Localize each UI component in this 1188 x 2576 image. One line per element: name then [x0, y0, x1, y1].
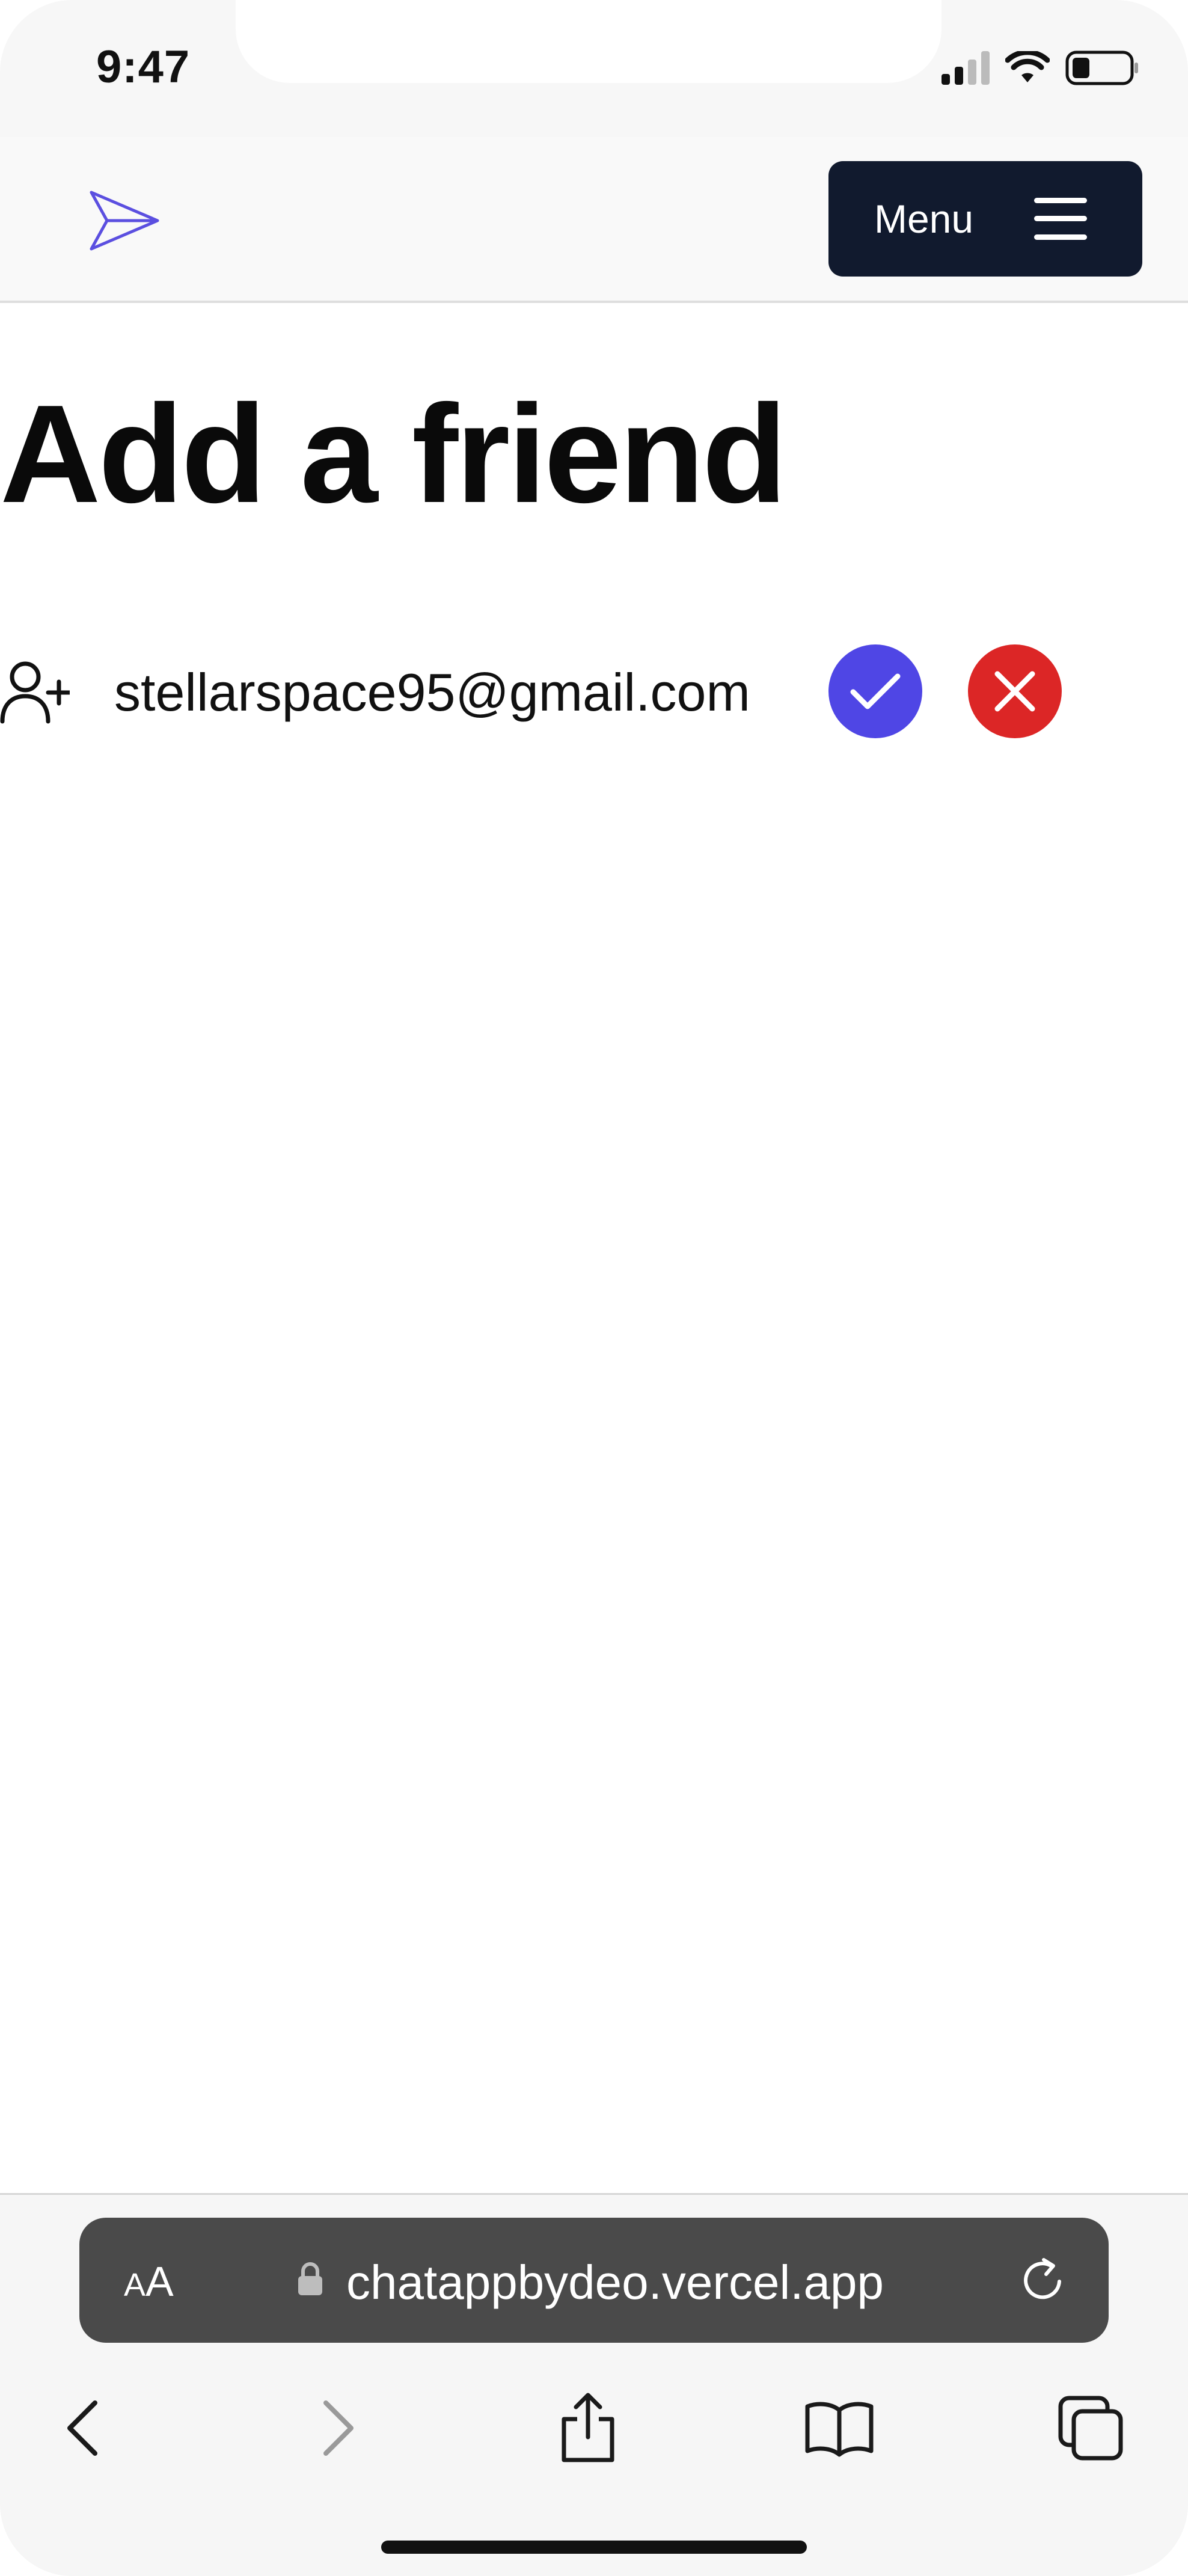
menu-label: Menu: [874, 197, 974, 241]
phone-screen: 9:47 Menu Add a friend stellarspace95@gm…: [0, 0, 1188, 2576]
tabs-button[interactable]: [1049, 2386, 1133, 2470]
request-email: stellarspace95@gmail.com: [114, 662, 750, 722]
lock-icon: [298, 2262, 322, 2295]
status-icons: [942, 50, 1140, 85]
friend-request-row: stellarspace95@gmail.com: [0, 642, 1118, 738]
forward-icon: [323, 2400, 354, 2456]
user-plus-icon: [0, 661, 70, 724]
reload-icon[interactable]: [1017, 2255, 1068, 2305]
home-indicator: [381, 2541, 807, 2554]
accept-request-button[interactable]: [828, 644, 922, 738]
back-icon: [67, 2400, 97, 2456]
hamburger-icon: [1034, 198, 1087, 240]
back-button[interactable]: [40, 2386, 124, 2470]
text-size-button[interactable]: AA: [124, 2257, 174, 2305]
status-time: 9:47: [96, 41, 191, 93]
battery-icon: [1065, 50, 1138, 85]
deny-request-button[interactable]: [968, 644, 1062, 738]
bookmarks-icon: [805, 2402, 874, 2457]
notch: [236, 0, 942, 83]
page-title: Add a friend: [0, 376, 787, 532]
top-navbar: Menu: [0, 137, 1188, 303]
bookmarks-button[interactable]: [797, 2386, 881, 2470]
share-button[interactable]: [546, 2386, 630, 2470]
check-icon: [850, 673, 901, 709]
address-bar[interactable]: AA chatappbydeo.vercel.app: [79, 2218, 1109, 2343]
paper-plane-icon[interactable]: [87, 188, 161, 254]
close-icon: [994, 671, 1035, 712]
share-icon: [562, 2393, 614, 2462]
wifi-icon: [1005, 51, 1050, 82]
menu-button[interactable]: Menu: [828, 161, 1142, 277]
status-bar: 9:47: [0, 0, 1188, 137]
tabs-icon: [1058, 2396, 1123, 2461]
url-text[interactable]: chatappbydeo.vercel.app: [346, 2255, 884, 2310]
forward-button[interactable]: [297, 2386, 381, 2470]
signal-icon: [942, 51, 990, 85]
browser-chrome: AA chatappbydeo.vercel.app: [0, 2193, 1188, 2576]
